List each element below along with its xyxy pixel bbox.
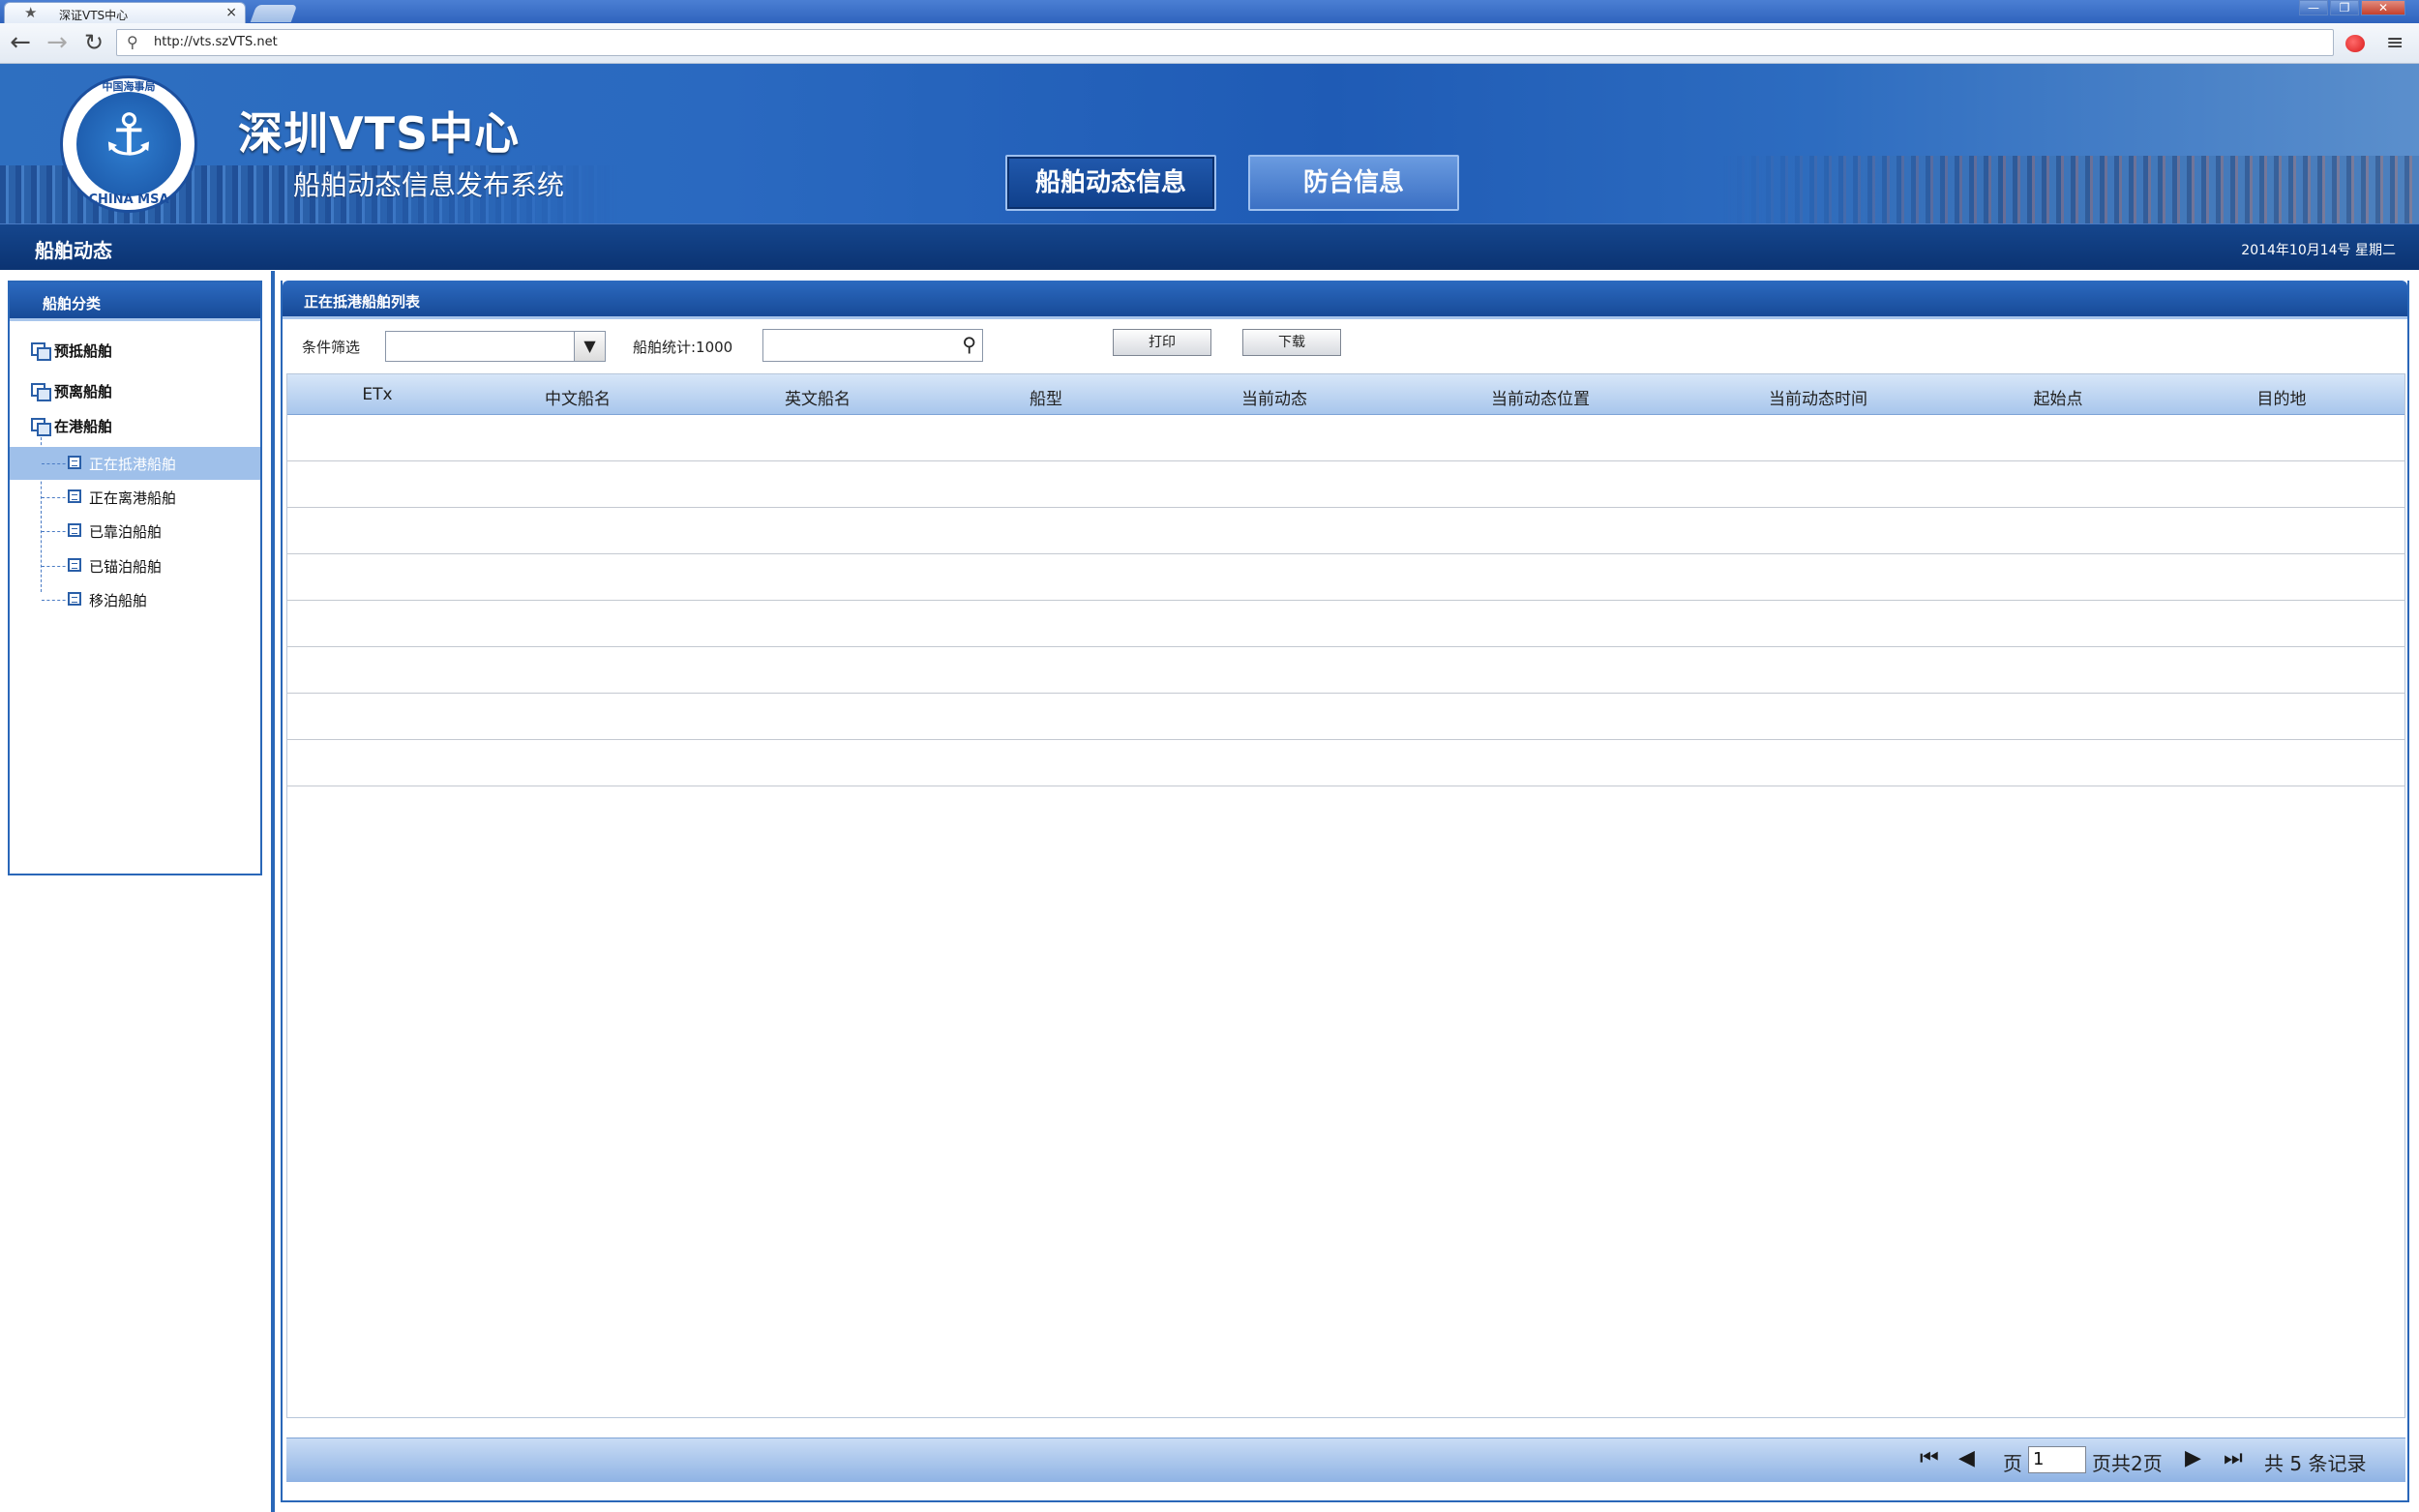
browser-tab-title: 深证VTS中心 — [59, 9, 129, 22]
first-page-icon[interactable]: ⏮ — [1920, 1446, 1939, 1470]
tree-group-label: 预离船舶 — [54, 383, 113, 400]
back-arrow-icon[interactable]: ← — [6, 30, 35, 57]
tree-group-expected-departure[interactable]: 预离船舶 — [31, 381, 112, 401]
tree-item-label: 移泊船舶 — [89, 592, 148, 609]
tree-group-expected-arrival[interactable]: 预抵船舶 — [31, 341, 112, 361]
new-tab-button[interactable] — [250, 5, 298, 22]
table-row[interactable] — [287, 601, 2404, 647]
site-title: 深圳VTS中心 — [238, 107, 521, 160]
column-header-chinese-name[interactable]: 中文船名 — [510, 385, 645, 409]
tree-item-label: 正在抵港船舶 — [89, 456, 177, 473]
dropdown-arrow-icon[interactable]: ▼ — [574, 332, 605, 361]
document-icon — [68, 489, 81, 503]
panel-divider — [271, 271, 275, 1512]
harbor-skyline-right — [1722, 156, 2419, 223]
table-row[interactable] — [287, 694, 2404, 740]
filter-toolbar: 条件筛选 ▼ 船舶统计:1000 ⚲ 打印 下载 — [283, 327, 2407, 371]
extension-icon[interactable] — [2345, 35, 2365, 52]
next-page-icon[interactable]: ▶ — [2185, 1446, 2201, 1470]
current-date: 2014年10月14号 星期二 — [2241, 243, 2396, 258]
tree-group-in-port[interactable]: 在港船舶 — [31, 416, 112, 436]
address-url[interactable]: http://vts.szVTS.net — [154, 35, 278, 49]
window-minimize-button[interactable]: — — [2299, 0, 2328, 15]
ship-list-panel: 正在抵港船舶列表 条件筛选 ▼ 船舶统计:1000 ⚲ 打印 下载 ETx 中文… — [281, 281, 2409, 1502]
table-row[interactable] — [287, 740, 2404, 786]
list-title: 正在抵港船舶列表 — [283, 281, 2407, 319]
anchor-icon: ⚓ — [103, 102, 155, 169]
column-header-english-name[interactable]: 英文船名 — [750, 385, 885, 409]
tree-item-label: 正在离港船舶 — [89, 489, 177, 507]
document-icon — [68, 558, 81, 572]
browser-tab[interactable]: ★ 深证VTS中心 × — [4, 2, 246, 23]
column-header-destination[interactable]: 目的地 — [2214, 385, 2349, 409]
section-bar: 船舶动态 2014年10月14号 星期二 — [0, 223, 2419, 270]
site-subtitle: 船舶动态信息发布系统 — [293, 169, 565, 201]
page-label: 页 — [2003, 1452, 2022, 1475]
pagination-bar: ⏮ ◀ 页 1 页共2页 ▶ ⏭ 共 5 条记录 — [286, 1438, 2405, 1482]
ship-table: ETx 中文船名 英文船名 船型 当前动态 当前动态位置 当前动态时间 起始点 … — [286, 373, 2405, 1418]
browser-menu-icon[interactable]: ≡ — [2386, 31, 2404, 55]
table-row[interactable] — [287, 647, 2404, 694]
tree-item-arriving[interactable]: 正在抵港船舶 — [10, 447, 260, 480]
category-sidebar: 船舶分类 预抵船舶 预离船舶 在港船舶 正在抵港船舶 正在离港船舶 已靠泊船舶 … — [8, 281, 262, 875]
favicon-star-icon: ★ — [24, 4, 38, 21]
previous-page-icon[interactable]: ◀ — [1958, 1446, 1975, 1470]
tab-close-icon[interactable]: × — [225, 5, 237, 20]
browser-toolbar: ← → ↻ ⚲ http://vts.szVTS.net ≡ — [0, 23, 2419, 64]
column-header-etx[interactable]: ETx — [324, 385, 431, 404]
column-header-current-status[interactable]: 当前动态 — [1197, 385, 1352, 409]
window-maximize-button[interactable]: ❐ — [2330, 0, 2359, 15]
column-header-ship-type[interactable]: 船型 — [978, 385, 1114, 409]
document-icon — [68, 456, 81, 469]
search-box[interactable]: ⚲ — [762, 329, 983, 362]
tree-item-anchored[interactable]: 已锚泊船舶 — [10, 549, 260, 582]
document-icon — [68, 523, 81, 537]
record-count-label: 共 5 条记录 — [2264, 1452, 2367, 1475]
total-pages-label: 页共2页 — [2092, 1452, 2163, 1475]
page-number-input[interactable]: 1 — [2028, 1446, 2086, 1473]
column-header-status-position[interactable]: 当前动态位置 — [1434, 385, 1647, 409]
group-folder-icon — [31, 342, 51, 361]
filter-label: 条件筛选 — [302, 339, 361, 356]
window-close-button[interactable]: ✕ — [2361, 0, 2405, 15]
tree-item-departing[interactable]: 正在离港船舶 — [10, 481, 260, 514]
group-folder-icon — [31, 418, 51, 436]
forward-arrow-icon[interactable]: → — [43, 30, 72, 57]
section-title: 船舶动态 — [35, 239, 112, 262]
filter-dropdown[interactable]: ▼ — [385, 331, 606, 362]
tree-group-label: 在港船舶 — [54, 418, 113, 435]
sidebar-title: 船舶分类 — [10, 282, 260, 321]
tab-ship-dynamics[interactable]: 船舶动态信息 — [1005, 155, 1216, 211]
table-row[interactable] — [287, 461, 2404, 508]
browser-tab-bar: ★ 深证VTS中心 × — ❐ ✕ — [0, 0, 2419, 23]
tree-item-label: 已靠泊船舶 — [89, 523, 163, 541]
table-row[interactable] — [287, 554, 2404, 601]
search-icon[interactable]: ⚲ — [962, 333, 976, 356]
address-search-icon: ⚲ — [127, 33, 138, 51]
reload-icon[interactable]: ↻ — [79, 30, 108, 57]
search-input[interactable] — [763, 330, 947, 361]
ship-count-label: 船舶统计:1000 — [633, 339, 733, 356]
download-button[interactable]: 下载 — [1242, 329, 1341, 356]
table-row[interactable] — [287, 508, 2404, 554]
document-icon — [68, 592, 81, 606]
china-msa-logo: 中国海事局 ⚓ CHINA MSA — [60, 75, 197, 213]
tree-item-shifting[interactable]: 移泊船舶 — [10, 583, 260, 616]
print-button[interactable]: 打印 — [1113, 329, 1211, 356]
logo-text-bottom: CHINA MSA — [88, 193, 169, 207]
tab-typhoon-info[interactable]: 防台信息 — [1248, 155, 1459, 211]
tree-group-label: 预抵船舶 — [54, 342, 113, 360]
column-header-status-time[interactable]: 当前动态时间 — [1712, 385, 1925, 409]
address-bar[interactable]: ⚲ http://vts.szVTS.net — [116, 29, 2334, 56]
site-banner: 中国海事局 ⚓ CHINA MSA 深圳VTS中心 船舶动态信息发布系统 船舶动… — [0, 64, 2419, 223]
group-folder-icon — [31, 383, 51, 401]
table-row[interactable] — [287, 415, 2404, 461]
column-header-origin[interactable]: 起始点 — [1990, 385, 2126, 409]
last-page-icon[interactable]: ⏭ — [2224, 1446, 2243, 1470]
tree-item-berthed[interactable]: 已靠泊船舶 — [10, 515, 260, 548]
tree-item-label: 已锚泊船舶 — [89, 558, 163, 576]
table-header: ETx 中文船名 英文船名 船型 当前动态 当前动态位置 当前动态时间 起始点 … — [287, 374, 2404, 415]
